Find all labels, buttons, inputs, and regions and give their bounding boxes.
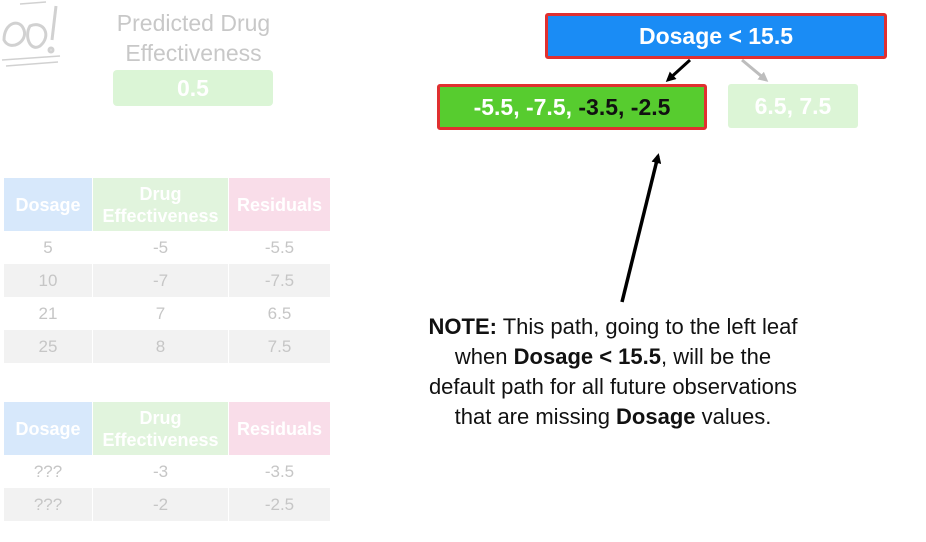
header-residuals: Residuals <box>228 402 331 455</box>
table-row: 25 8 7.5 <box>4 330 331 363</box>
left-leaf-residuals-known: -5.5, -7.5, <box>473 93 572 120</box>
cell-residual: 6.5 <box>228 297 331 330</box>
note-text: NOTE: This path, going to the left leaf … <box>378 312 848 432</box>
cell-residual: -2.5 <box>228 488 331 521</box>
cell-residual: -3.5 <box>228 455 331 488</box>
header-dosage: Dosage <box>4 178 93 231</box>
note-bold-term: Dosage <box>616 404 696 429</box>
table-row: 21 7 6.5 <box>4 297 331 330</box>
note-span: values. <box>695 404 772 429</box>
header-drug-effectiveness: Drug Effectiveness <box>92 178 229 231</box>
bam-logo-icon <box>1 1 61 67</box>
cell-effectiveness: 8 <box>92 330 229 363</box>
cell-effectiveness: -3 <box>92 455 229 488</box>
cell-dosage: ??? <box>4 455 93 488</box>
note-span: default path for all future observations <box>428 374 798 399</box>
right-branch-arrow <box>741 58 769 82</box>
header-drug-effectiveness: Drug Effectiveness <box>92 402 229 455</box>
header-residuals: Residuals <box>228 178 331 231</box>
note-line: NOTE: This path, going to the left leaf <box>378 312 848 342</box>
note-bold-term: Dosage < 15.5 <box>513 344 662 369</box>
note-line: default path for all future observations <box>378 372 848 402</box>
note-span: when <box>454 344 514 369</box>
residuals-table-missing-dosage: Dosage Drug Effectiveness Residuals ??? … <box>4 402 331 521</box>
cell-dosage: 10 <box>4 264 93 297</box>
root-node-dosage-split: Dosage < 15.5 <box>545 13 887 59</box>
cell-dosage: 5 <box>4 231 93 264</box>
note-span: that are missing <box>454 404 617 429</box>
note-label: NOTE: <box>428 314 497 339</box>
note-line: when Dosage < 15.5, will be the <box>378 342 848 372</box>
note-span: , will be the <box>661 344 772 369</box>
cell-effectiveness: -7 <box>92 264 229 297</box>
cell-effectiveness: -2 <box>92 488 229 521</box>
table-row: ??? -2 -2.5 <box>4 488 331 521</box>
right-leaf-node: 6.5, 7.5 <box>728 84 858 128</box>
cell-dosage: 21 <box>4 297 93 330</box>
note-span: This path, going to the left leaf <box>496 314 798 339</box>
table-row: 5 -5 -5.5 <box>4 231 331 264</box>
table-header-row: Dosage Drug Effectiveness Residuals <box>4 402 331 455</box>
cell-effectiveness: 7 <box>92 297 229 330</box>
cell-residual: -5.5 <box>228 231 331 264</box>
table-row: 10 -7 -7.5 <box>4 264 331 297</box>
cell-dosage: 25 <box>4 330 93 363</box>
residuals-table-known-dosage: Dosage Drug Effectiveness Residuals 5 -5… <box>4 178 331 363</box>
left-branch-arrow <box>665 58 692 83</box>
table-header-row: Dosage Drug Effectiveness Residuals <box>4 178 331 231</box>
table-row: ??? -3 -3.5 <box>4 455 331 488</box>
left-leaf-node: -5.5, -7.5, -3.5, -2.5 <box>437 84 707 130</box>
note-pointer-arrow <box>620 153 662 303</box>
note-line: that are missing Dosage values. <box>378 402 848 432</box>
predicted-value-box: 0.5 <box>113 70 273 106</box>
cell-effectiveness: -5 <box>92 231 229 264</box>
predicted-title-line2: Effectiveness <box>125 40 262 66</box>
predicted-title-line1: Predicted Drug <box>116 10 271 36</box>
cell-residual: -7.5 <box>228 264 331 297</box>
cell-residual: 7.5 <box>228 330 331 363</box>
predicted-drug-effectiveness-title: Predicted Drug Effectiveness <box>96 8 291 68</box>
cell-dosage: ??? <box>4 488 93 521</box>
left-leaf-residuals-missing: -3.5, -2.5 <box>578 93 671 120</box>
header-dosage: Dosage <box>4 402 93 455</box>
